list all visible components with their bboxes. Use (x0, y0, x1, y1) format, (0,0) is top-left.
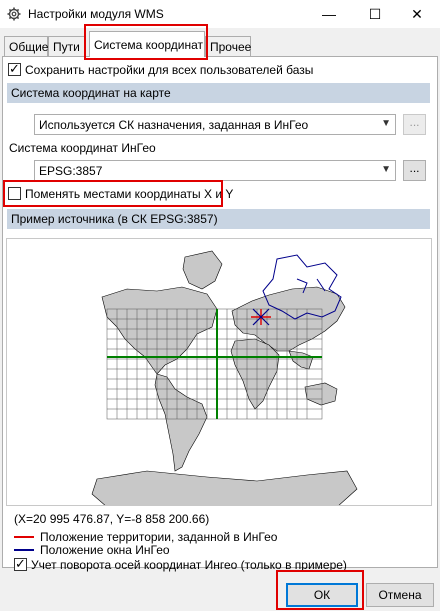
ingeo-cs-combo[interactable]: EPSG:3857 ▼ (34, 160, 396, 181)
tab-label: Прочее (210, 40, 252, 54)
tab-other[interactable]: Прочее (205, 36, 251, 56)
tab-paths[interactable]: Пути (48, 36, 86, 56)
close-button[interactable]: ✕ (394, 0, 440, 28)
minimize-button[interactable]: — (306, 0, 352, 28)
sample-section: Пример источника (в СК EPSG:3857) (7, 209, 430, 229)
map-cs-section: Система координат на карте (7, 83, 430, 103)
section-title: Пример источника (в СК EPSG:3857) (11, 212, 218, 226)
close-icon: ✕ (411, 5, 423, 22)
tab-highlight (84, 24, 208, 60)
chevron-down-icon: ▼ (381, 118, 391, 129)
ingeo-cs-label: Система координат ИнГео (9, 141, 156, 155)
window-title: Настройки модуля WMS (28, 7, 164, 21)
minimize-icon: — (322, 6, 336, 22)
tab-general[interactable]: Общие (4, 36, 48, 56)
gear-icon (7, 7, 21, 21)
button-label: ... (409, 115, 420, 129)
combo-value: EPSG:3857 (39, 164, 103, 178)
map-cs-combo[interactable]: Используется СК назначения, заданная в И… (34, 114, 396, 135)
chevron-down-icon: ▼ (381, 164, 391, 175)
title-bar: Настройки модуля WMS — ☐ ✕ (0, 0, 440, 28)
world-map-graphic (91, 250, 358, 505)
coords-readout: (X=20 995 476.87, Y=-8 858 200.66) (14, 512, 210, 526)
ok-highlight (276, 570, 364, 610)
tab-label: Пути (53, 40, 80, 54)
button-label: ... (409, 161, 420, 175)
maximize-icon: ☐ (368, 5, 382, 22)
button-label: Отмена (378, 588, 422, 602)
map-cs-browse-button[interactable]: ... (403, 114, 426, 135)
save-for-all-label: Сохранить настройки для всех пользовател… (25, 63, 314, 77)
section-title: Система координат на карте (11, 86, 171, 100)
save-for-all-checkbox[interactable] (8, 61, 21, 77)
swap-xy-highlight (3, 180, 223, 207)
cancel-button[interactable]: Отмена (366, 583, 434, 607)
legend-blue-line (14, 549, 34, 551)
combo-value: Используется СК назначения, заданная в И… (39, 118, 309, 132)
legend-territory-label: Положение территории, заданной в ИнГео (40, 530, 278, 544)
maximize-button[interactable]: ☐ (352, 0, 398, 28)
map-preview (6, 238, 432, 506)
tab-label: Общие (9, 40, 49, 54)
ingeo-cs-browse-button[interactable]: ... (403, 160, 426, 181)
rotation-checkbox[interactable] (14, 556, 27, 572)
legend-red-line (14, 536, 34, 538)
legend-window-label: Положение окна ИнГео (40, 543, 170, 557)
